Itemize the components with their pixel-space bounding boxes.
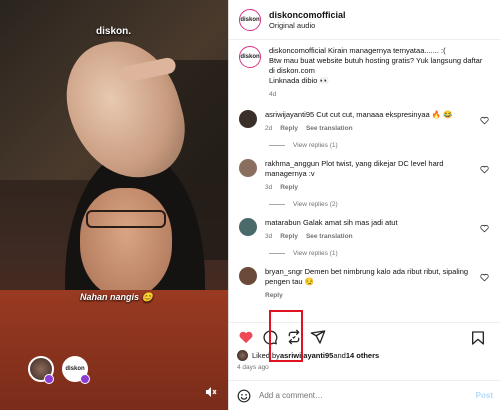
comment-text: matarabun Galak amat sih mas jadi atut: [265, 218, 398, 227]
divider: [269, 145, 285, 146]
post-header: diskon diskoncomofficial Original audio: [229, 0, 500, 40]
comment-avatar[interactable]: [239, 267, 257, 285]
see-translation-button[interactable]: See translation: [306, 124, 353, 134]
video-face: [80, 188, 172, 298]
like-comment-icon[interactable]: [480, 165, 489, 174]
video-glasses: [86, 210, 166, 228]
share-icon[interactable]: [309, 328, 327, 346]
like-comment-icon[interactable]: [480, 224, 489, 233]
caption-body: diskoncomofficial Kirain managernya tern…: [269, 46, 482, 100]
comment-text: bryan_sngr Demen bet nimbrung kalo ada r…: [265, 267, 469, 286]
username-link[interactable]: diskoncomofficial: [269, 10, 346, 20]
audio-link[interactable]: Original audio: [269, 21, 346, 30]
post-age: 4 days ago: [237, 364, 269, 371]
caption-line: di diskon.com: [269, 66, 315, 75]
view-replies-button[interactable]: View replies (2): [269, 201, 491, 208]
reply-button[interactable]: Reply: [280, 183, 298, 193]
caption-line: Btw mau buat website butuh hosting grati…: [269, 56, 483, 65]
reply-button[interactable]: Reply: [280, 124, 298, 134]
liker-avatar[interactable]: [237, 350, 248, 361]
comment-text: asriwijayanti95 Cut cut cut, manaaa eksp…: [265, 110, 453, 119]
view-replies-label: View replies (1): [293, 142, 338, 149]
view-replies-button[interactable]: View replies (1): [269, 142, 491, 149]
comment-body: matarabun Galak amat sih mas jadi atut 3…: [265, 218, 475, 242]
video-caption: Nahan nangis 😊: [80, 292, 153, 302]
reply-button[interactable]: Reply: [265, 291, 283, 301]
heart-icon[interactable]: [237, 328, 255, 346]
post-caption: diskon diskoncomofficial Kirain managern…: [239, 46, 491, 100]
caption-avatar[interactable]: diskon: [239, 46, 261, 68]
comment-meta: Reply: [265, 291, 475, 301]
emoji-icon[interactable]: [237, 389, 251, 403]
comment-avatar[interactable]: [239, 110, 257, 128]
profile-avatar[interactable]: diskon: [239, 8, 261, 31]
header-text: diskoncomofficial Original audio: [269, 10, 346, 30]
comment-avatar[interactable]: [239, 159, 257, 177]
mute-icon[interactable]: [205, 386, 217, 401]
view-replies-label: View replies (2): [293, 201, 338, 208]
view-replies-label: View replies (1): [293, 250, 338, 257]
post-comment-button[interactable]: Post: [476, 391, 493, 400]
comment-item: rakhma_anggun Plot twist, yang dikejar D…: [239, 159, 491, 193]
likes-middle: and: [333, 351, 346, 360]
comment-body: rakhma_anggun Plot twist, yang dikejar D…: [265, 159, 475, 193]
comments-section[interactable]: diskon diskoncomofficial Kirain managern…: [229, 40, 500, 318]
see-translation-button[interactable]: See translation: [306, 232, 353, 242]
comment-body: asriwijayanti95 Cut cut cut, manaaa eksp…: [265, 110, 475, 134]
instagram-post-view: diskon. Nahan nangis 😊 diskon diskon dis…: [0, 0, 500, 410]
divider: [269, 253, 285, 254]
comment-age: 3d: [265, 233, 273, 240]
profile-badge-icon: [80, 374, 90, 384]
comment-meta: 3d Reply See translation: [265, 232, 475, 242]
profile-badge-icon: [44, 374, 54, 384]
likes-others[interactable]: 14 others: [346, 351, 379, 360]
comment-age: 3d: [265, 184, 273, 191]
divider: [269, 204, 285, 205]
video-watermark: diskon.: [96, 26, 132, 37]
comment-body: bryan_sngr Demen bet nimbrung kalo ada r…: [265, 267, 475, 301]
video-panel[interactable]: diskon. Nahan nangis 😊 diskon: [0, 0, 228, 410]
caption-age: 4d: [269, 91, 277, 98]
comment-item: matarabun Galak amat sih mas jadi atut 3…: [239, 218, 491, 242]
comment-item: asriwijayanti95 Cut cut cut, manaaa eksp…: [239, 110, 491, 134]
view-replies-button[interactable]: View replies (1): [269, 250, 491, 257]
comment-item: bryan_sngr Demen bet nimbrung kalo ada r…: [239, 267, 491, 301]
comment-meta: 2d Reply See translation: [265, 124, 475, 134]
add-comment-bar: Post: [229, 380, 500, 410]
caption-line: diskoncomofficial Kirain managernya tern…: [269, 46, 446, 55]
comment-meta: 3d Reply: [265, 183, 475, 193]
highlight-box: [269, 310, 303, 362]
comment-avatar[interactable]: [239, 218, 257, 236]
likes-summary: Liked by asriwijayanti95 and 14 others: [237, 350, 379, 361]
like-comment-icon[interactable]: [480, 273, 489, 282]
comment-age: 2d: [265, 125, 273, 132]
video-shirt: [0, 290, 228, 410]
comment-input[interactable]: [259, 391, 476, 400]
caption-line: Linknada dibio 👀: [269, 76, 329, 85]
bookmark-icon[interactable]: [469, 329, 487, 347]
like-comment-icon[interactable]: [480, 116, 489, 125]
comment-text: rakhma_anggun Plot twist, yang dikejar D…: [265, 159, 444, 178]
reply-button[interactable]: Reply: [280, 232, 298, 242]
